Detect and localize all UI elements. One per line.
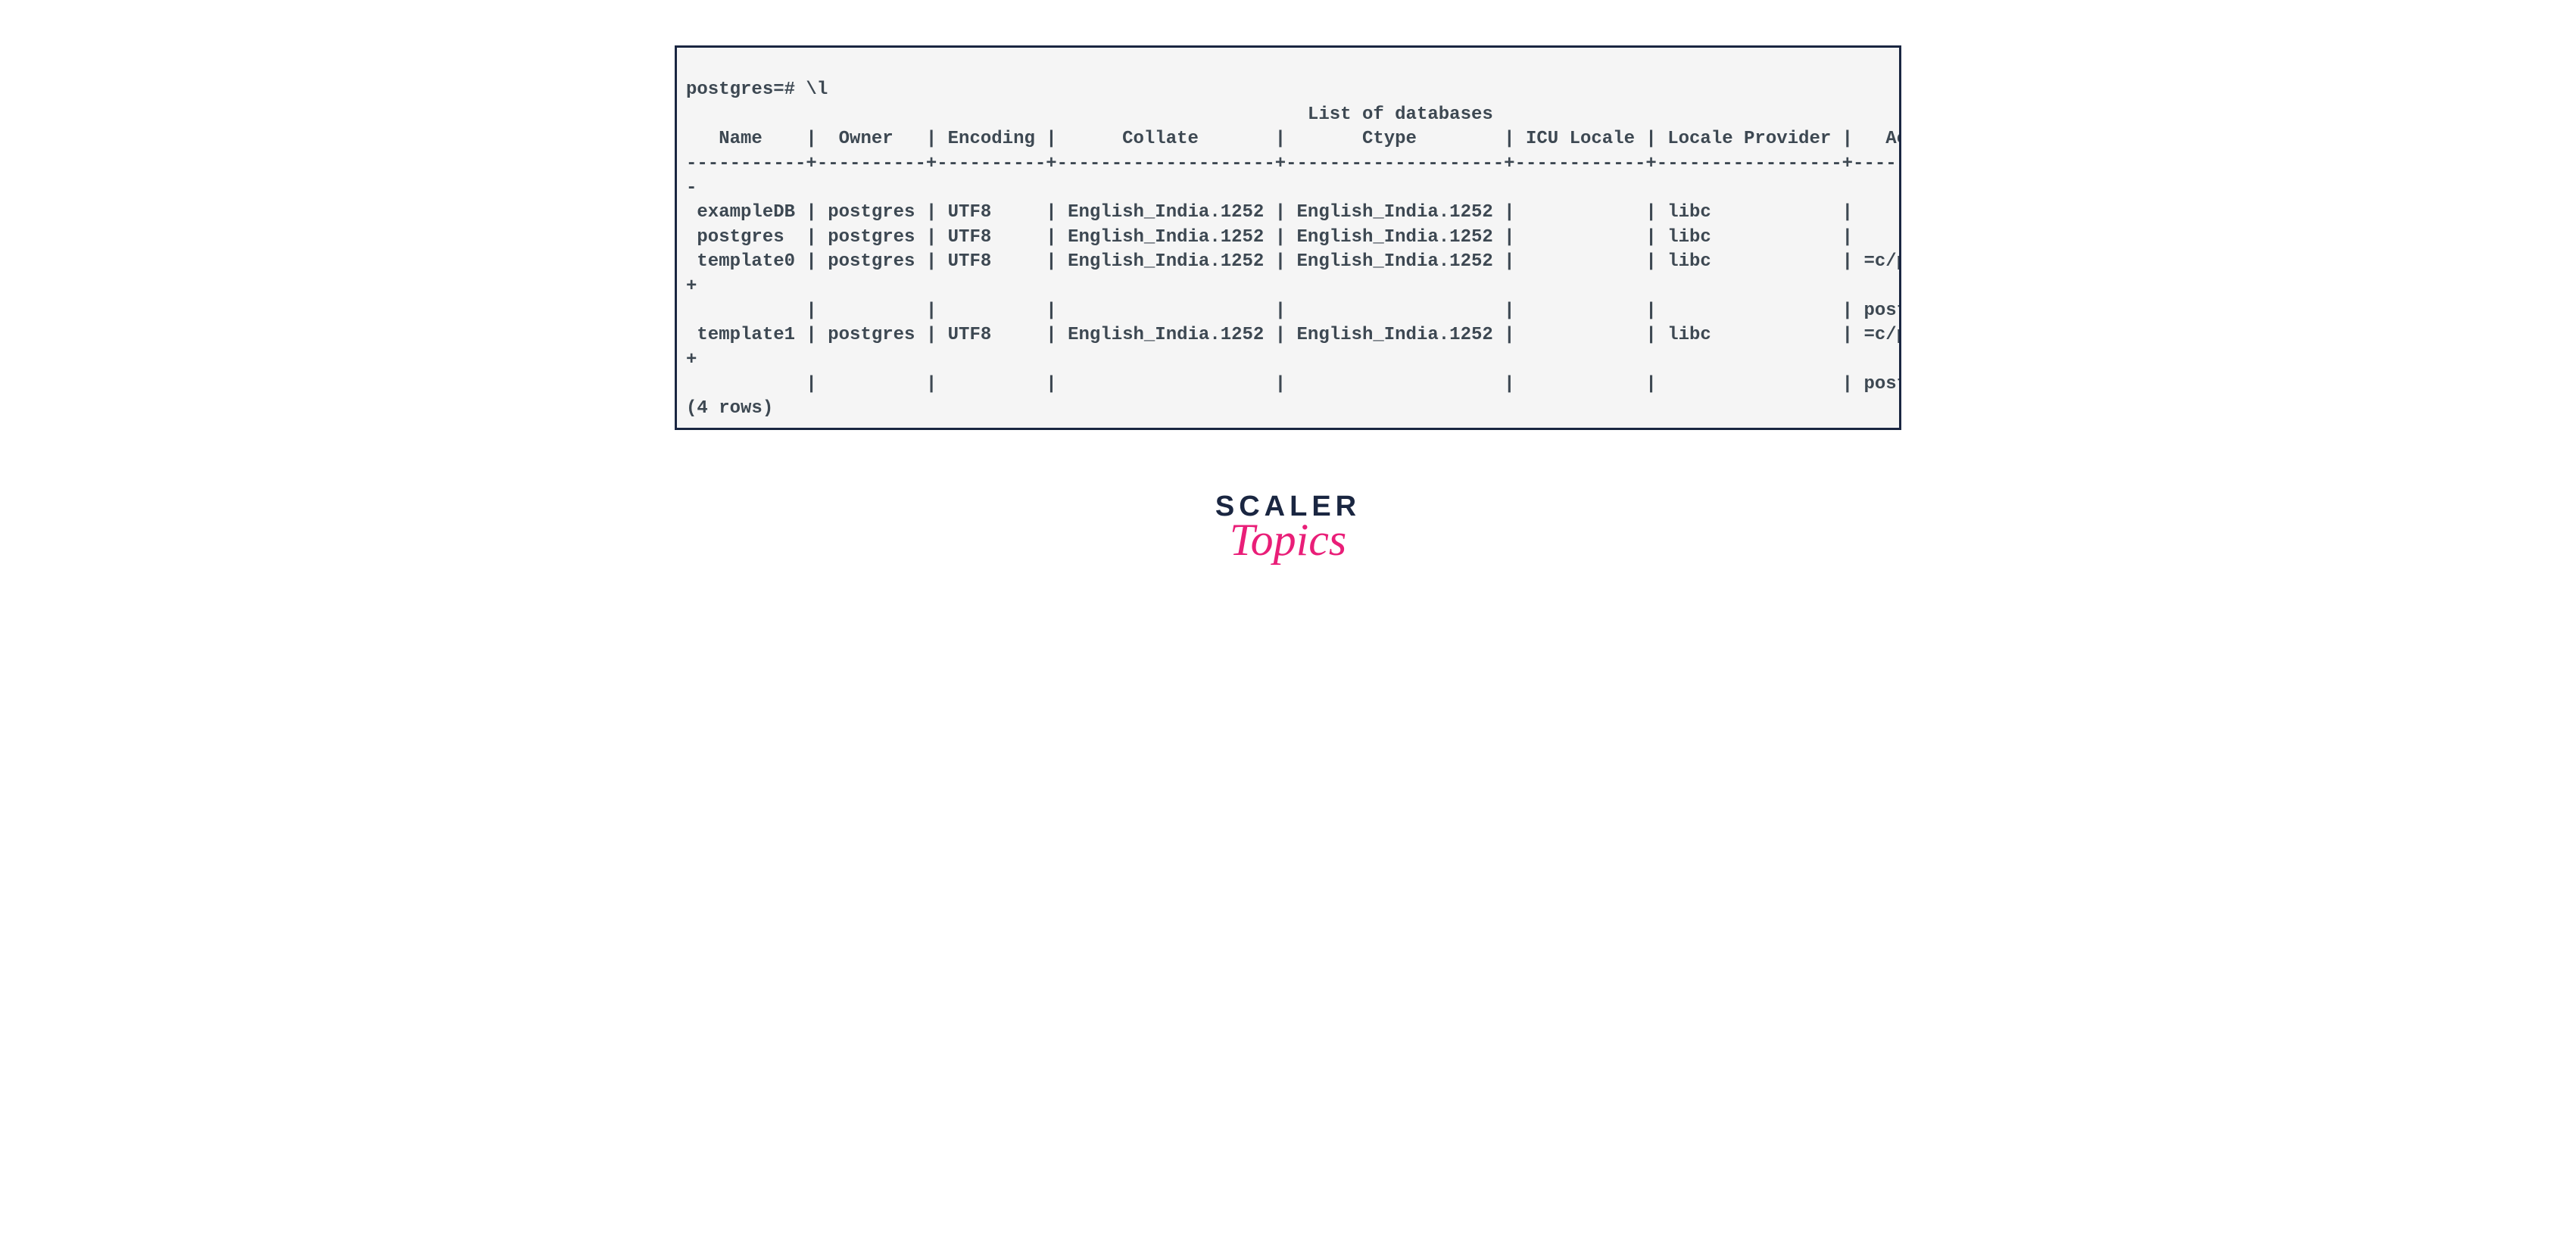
terminal-line: (4 rows) [686, 398, 773, 419]
logo-container: SCALER Topics [1215, 491, 1361, 566]
terminal-line: postgres | postgres | UTF8 | English_Ind… [686, 227, 1853, 248]
terminal-line: template0 | postgres | UTF8 | English_In… [686, 251, 1901, 272]
terminal-line: Name | Owner | Encoding | Collate | Ctyp… [686, 129, 1901, 149]
terminal-line: List of databases [686, 104, 1493, 125]
logo-topics: Topics [1215, 514, 1361, 566]
terminal-line: exampleDB | postgres | UTF8 | English_In… [686, 202, 1853, 223]
terminal-line: - [686, 178, 697, 198]
terminal-line: -----------+----------+----------+------… [686, 154, 1901, 174]
terminal-line: postgres=# \l [686, 79, 828, 100]
terminal-output: postgres=# \l List of databases Name | O… [675, 45, 1901, 430]
terminal-line: + [686, 350, 697, 370]
terminal-line: | | | | | | | postgres=CTc/postgres [686, 301, 1901, 321]
terminal-line: | | | | | | | postgres=CTc/postgres [686, 374, 1901, 394]
terminal-line: + [686, 276, 697, 297]
terminal-line: template1 | postgres | UTF8 | English_In… [686, 325, 1901, 345]
